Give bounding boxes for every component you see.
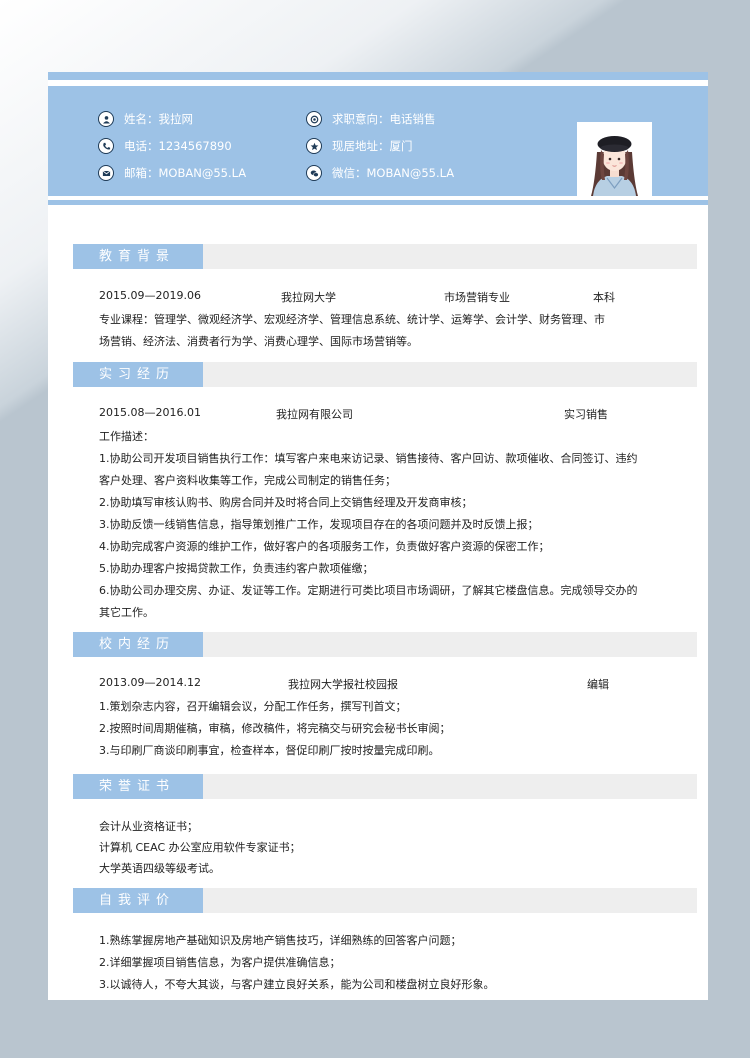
email-item: 邮箱：MOBAN@55.LA xyxy=(98,164,246,182)
top-stripe xyxy=(48,72,708,80)
section-internship: 实习经历 xyxy=(73,362,697,387)
name-text: 姓名：我拉网 xyxy=(124,112,193,126)
campus-line: 2.按照时间周期催稿，审稿，修改稿件，将完稿交与研究会秘书长审阅； xyxy=(99,722,451,735)
star-icon xyxy=(306,138,322,154)
address-text: 现居地址：厦门 xyxy=(332,139,413,153)
wechat-text: 微信：MOBAN@55.LA xyxy=(332,166,455,180)
section-campus: 校内经历 xyxy=(73,632,697,657)
section-title: 校内经历 xyxy=(73,632,203,657)
section-title: 自我评价 xyxy=(73,888,203,913)
edu-courses-line: 场营销、经济法、消费者行为学、消费心理学、国际市场营销等。 xyxy=(99,335,418,348)
phone-text: 电话：1234567890 xyxy=(124,139,232,153)
section-title: 实习经历 xyxy=(73,362,203,387)
intern-line: 5.协助办理客户按揭贷款工作，负责违约客户款项催缴； xyxy=(99,562,374,575)
edu-courses-line: 专业课程：管理学、微观经济学、宏观经济学、管理信息系统、统计学、运筹学、会计学、… xyxy=(99,313,605,326)
self-eval-line: 3.以诚待人，不夸大其谈，与客户建立良好关系，能为公司和楼盘树立良好形象。 xyxy=(99,978,495,991)
target-icon xyxy=(306,111,322,127)
header-band: 姓名：我拉网 电话：1234567890 邮箱：MOBAN@55.LA 求职意向… xyxy=(48,86,708,196)
intern-line: 客户处理、客户资料收集等工作，完成公司制定的销售任务； xyxy=(99,474,396,487)
intern-position: 实习销售 xyxy=(564,408,608,421)
address-item: 现居地址：厦门 xyxy=(306,137,413,155)
intern-line: 3.协助反馈一线销售信息，指导策划推广工作，发现项目存在的各项问题并及时反馈上报… xyxy=(99,518,539,531)
intern-period: 2015.08—2016.01 xyxy=(99,406,201,419)
edu-school: 我拉网大学 xyxy=(281,291,336,304)
honor-line: 会计从业资格证书； xyxy=(99,820,198,833)
campus-role: 编辑 xyxy=(587,678,609,691)
edu-major: 市场营销专业 xyxy=(444,291,510,304)
intern-line: 4.协助完成客户资源的维护工作，做好客户的各项服务工作，负责做好客户资源的保密工… xyxy=(99,540,550,553)
phone-icon xyxy=(98,138,114,154)
edu-degree: 本科 xyxy=(593,291,615,304)
section-title: 荣誉证书 xyxy=(73,774,203,799)
avatar xyxy=(577,122,652,196)
honor-line: 大学英语四级等级考试。 xyxy=(99,862,220,875)
intern-company: 我拉网有限公司 xyxy=(276,408,353,421)
self-eval-line: 2.详细掌握项目销售信息，为客户提供准确信息； xyxy=(99,956,341,969)
name-item: 姓名：我拉网 xyxy=(98,110,193,128)
section-self-eval: 自我评价 xyxy=(73,888,697,913)
intern-line: 其它工作。 xyxy=(99,606,154,619)
intern-line: 1.协助公司开发项目销售执行工作：填写客户来电来访记录、销售接待、客户回访、款项… xyxy=(99,452,638,465)
campus-line: 1.策划杂志内容，召开编辑会议，分配工作任务，撰写刊首文； xyxy=(99,700,407,713)
edu-period: 2015.09—2019.06 xyxy=(99,289,201,302)
campus-period: 2013.09—2014.12 xyxy=(99,676,201,689)
wechat-item: 微信：MOBAN@55.LA xyxy=(306,164,454,182)
intent-text: 求职意向：电话销售 xyxy=(332,112,436,126)
phone-item: 电话：1234567890 xyxy=(98,137,232,155)
self-eval-line: 1.熟练掌握房地产基础知识及房地产销售技巧，详细熟练的回答客户问题； xyxy=(99,934,462,947)
intern-line: 2.协助填写审核认购书、购房合同并及时将合同上交销售经理及开发商审核； xyxy=(99,496,473,509)
section-honors: 荣誉证书 xyxy=(73,774,697,799)
campus-org: 我拉网大学报社校园报 xyxy=(288,678,398,691)
resume-page: 姓名：我拉网 电话：1234567890 邮箱：MOBAN@55.LA 求职意向… xyxy=(48,72,708,1000)
campus-line: 3.与印刷厂商谈印刷事宜，检查样本，督促印刷厂按时按量完成印刷。 xyxy=(99,744,440,757)
intern-line: 6.协助公司办理交房、办证、发证等工作。定期进行可类比项目市场调研，了解其它楼盘… xyxy=(99,584,638,597)
section-title: 教育背景 xyxy=(73,244,203,269)
section-education: 教育背景 xyxy=(73,244,697,269)
honor-line: 计算机 CEAC 办公室应用软件专家证书； xyxy=(99,841,301,854)
intern-desc-label: 工作描述： xyxy=(99,430,154,443)
email-text: 邮箱：MOBAN@55.LA xyxy=(124,166,247,180)
mail-icon xyxy=(98,165,114,181)
intent-item: 求职意向：电话销售 xyxy=(306,110,436,128)
header-bottom-stripe xyxy=(48,200,708,205)
wechat-icon xyxy=(306,165,322,181)
user-icon xyxy=(98,111,114,127)
